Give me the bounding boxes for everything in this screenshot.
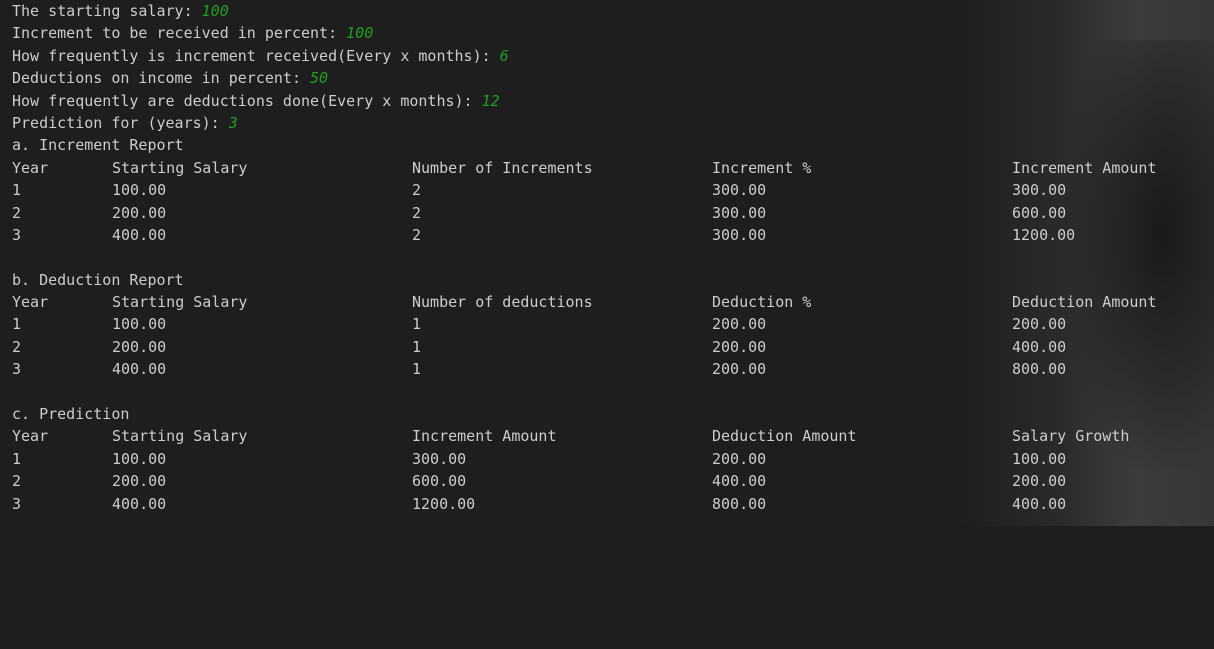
table-cell: 1	[12, 449, 22, 468]
prompt-label: How frequently are deductions done(Every…	[12, 91, 482, 110]
table-cell: 300.00	[412, 449, 467, 468]
prompt-value: 100	[201, 2, 229, 20]
table-cell: 400.00	[1012, 337, 1067, 356]
table-cell: 1	[412, 315, 422, 334]
prompt-label: The starting salary:	[12, 2, 202, 20]
input-line-increment-percent: Increment to be received in percent: 100	[12, 22, 1207, 44]
terminal-output: The starting salary: 100 Increment to be…	[12, 0, 1207, 515]
table-header-cell: Number of deductions	[412, 293, 593, 312]
table-cell: 3	[12, 360, 22, 379]
prompt-label: Deductions on income in percent:	[12, 69, 311, 88]
table-cell: 1200.00	[1012, 225, 1076, 244]
table-header-cell: Deduction Amount	[1012, 293, 1157, 312]
prediction-title: c. Prediction	[12, 405, 130, 424]
table-cell: 400.00	[112, 360, 167, 379]
table-cell: 200.00	[712, 360, 767, 379]
table-cell: 300.00	[712, 203, 767, 222]
table-header-cell: Salary Growth	[1012, 427, 1130, 446]
table-row: 3 400.00 1200.00 800.00 400.00	[12, 493, 1207, 515]
table-cell: 300.00	[1012, 181, 1067, 200]
table-cell: 200.00	[1012, 315, 1067, 334]
table-cell: 400.00	[1012, 494, 1067, 513]
deduction-report-header: Year Starting Salary Number of deduction…	[12, 291, 1207, 313]
table-cell: 1	[412, 360, 422, 379]
table-cell: 2	[412, 225, 422, 244]
table-cell: 100.00	[1012, 449, 1067, 468]
table-cell: 800.00	[712, 494, 767, 513]
table-row: 1 100.00 300.00 200.00 100.00	[12, 448, 1207, 470]
deduction-report-title: b. Deduction Report	[12, 270, 184, 289]
increment-report-title: a. Increment Report	[12, 136, 184, 155]
prompt-value: 3	[228, 113, 238, 132]
table-cell: 1	[12, 315, 22, 334]
prompt-label: How frequently is increment received(Eve…	[12, 46, 500, 65]
table-header-cell: Increment Amount	[412, 427, 557, 446]
table-cell: 200.00	[712, 337, 767, 356]
table-row: 2 200.00 600.00 400.00 200.00	[12, 470, 1207, 492]
input-line-increment-frequency: How frequently is increment received(Eve…	[12, 45, 1207, 67]
table-cell: 200.00	[112, 203, 167, 222]
table-row: 1 100.00 1 200.00 200.00	[12, 313, 1207, 335]
table-cell: 1	[412, 337, 422, 356]
table-cell: 200.00	[1012, 472, 1067, 491]
table-row: 3 400.00 2 300.00 1200.00	[12, 224, 1207, 246]
table-header-cell: Starting Salary	[112, 427, 248, 446]
table-header-cell: Starting Salary	[112, 293, 248, 312]
table-cell: 300.00	[712, 225, 767, 244]
table-header-cell: Starting Salary	[112, 158, 248, 177]
table-row: 2 200.00 2 300.00 600.00	[12, 202, 1207, 224]
table-header-cell: Year	[12, 293, 49, 312]
table-cell: 100.00	[112, 181, 167, 200]
table-cell: 300.00	[712, 181, 767, 200]
table-cell: 3	[12, 494, 22, 513]
table-cell: 3	[12, 225, 22, 244]
table-header-cell: Year	[12, 427, 49, 446]
input-line-deduction-frequency: How frequently are deductions done(Every…	[12, 90, 1207, 112]
table-header-cell: Deduction %	[712, 293, 812, 312]
prompt-value: 100	[346, 24, 374, 43]
table-cell: 200.00	[112, 337, 167, 356]
increment-report-header: Year Starting Salary Number of Increment…	[12, 157, 1207, 179]
prompt-label: Prediction for (years):	[12, 113, 229, 132]
table-cell: 2	[12, 472, 22, 491]
table-cell: 2	[12, 203, 22, 222]
input-line-starting-salary: The starting salary: 100	[12, 0, 1207, 22]
table-cell: 600.00	[1012, 203, 1067, 222]
table-header-cell: Increment %	[712, 158, 812, 177]
input-line-deduction-percent: Deductions on income in percent: 50	[12, 67, 1207, 89]
table-cell: 1200.00	[412, 494, 476, 513]
table-cell: 400.00	[712, 472, 767, 491]
table-cell: 2	[412, 181, 422, 200]
table-cell: 200.00	[712, 315, 767, 334]
table-cell: 200.00	[712, 449, 767, 468]
table-cell: 200.00	[112, 472, 167, 491]
prompt-value: 50	[310, 69, 329, 88]
table-cell: 1	[12, 181, 22, 200]
table-header-cell: Year	[12, 158, 49, 177]
table-cell: 2	[412, 203, 422, 222]
table-header-cell: Increment Amount	[1012, 158, 1157, 177]
prompt-value: 12	[481, 91, 500, 110]
table-header-cell: Deduction Amount	[712, 427, 857, 446]
table-cell: 400.00	[112, 225, 167, 244]
table-row: 3 400.00 1 200.00 800.00	[12, 358, 1207, 380]
table-cell: 800.00	[1012, 360, 1067, 379]
input-line-prediction-years: Prediction for (years): 3	[12, 112, 1207, 134]
table-row: 2 200.00 1 200.00 400.00	[12, 336, 1207, 358]
table-cell: 2	[12, 337, 22, 356]
table-cell: 100.00	[112, 315, 167, 334]
table-row: 1 100.00 2 300.00 300.00	[12, 179, 1207, 201]
table-cell: 100.00	[112, 449, 167, 468]
prediction-header: Year Starting Salary Increment Amount De…	[12, 425, 1207, 447]
prompt-value: 6	[499, 46, 509, 65]
table-header-cell: Number of Increments	[412, 158, 593, 177]
prompt-label: Increment to be received in percent:	[12, 24, 347, 43]
table-cell: 400.00	[112, 494, 167, 513]
table-cell: 600.00	[412, 472, 467, 491]
